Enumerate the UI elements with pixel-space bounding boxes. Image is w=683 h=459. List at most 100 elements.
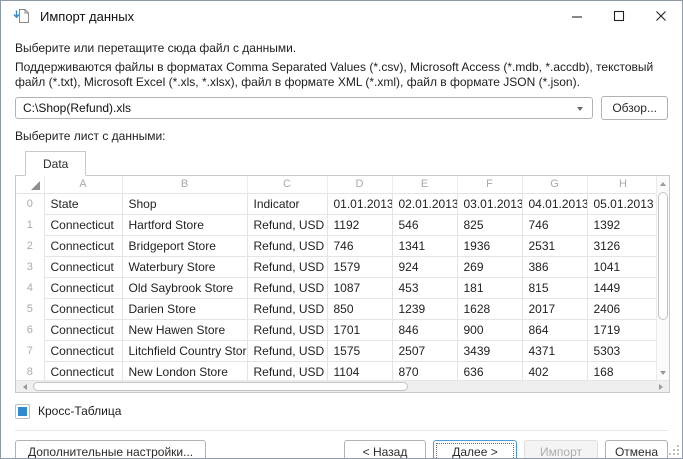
advanced-settings-button[interactable]: Дополнительные настройки... (15, 440, 206, 459)
grid-cell[interactable]: Connecticut (44, 256, 122, 277)
grid-cell[interactable]: Shop (122, 193, 247, 214)
grid-cell[interactable]: 2507 (392, 340, 457, 361)
file-path-combobox[interactable]: C:\Shop(Refund).xls (15, 97, 593, 119)
close-button[interactable] (640, 1, 682, 31)
grid-cell[interactable]: Litchfield Country Store (122, 340, 247, 361)
grid-cell[interactable]: 1192 (327, 214, 392, 235)
grid-cell[interactable]: 3126 (587, 235, 656, 256)
grid-cell[interactable]: New London Store (122, 361, 247, 380)
row-header[interactable]: 0 (16, 193, 44, 214)
scroll-left-button[interactable] (17, 381, 32, 392)
grid-cell[interactable]: 746 (327, 235, 392, 256)
cross-table-checkbox[interactable] (15, 404, 30, 419)
grid-cell[interactable]: 1701 (327, 319, 392, 340)
table-row[interactable]: 6ConnecticutNew Hawen StoreRefund, USD17… (16, 319, 656, 340)
grid-cell[interactable]: 746 (522, 214, 587, 235)
grid-cell[interactable]: 1719 (587, 319, 656, 340)
grid-cell[interactable]: Refund, USD (247, 277, 327, 298)
grid-cell[interactable]: 2406 (587, 298, 656, 319)
grid-cell[interactable]: 453 (392, 277, 457, 298)
grid-cell[interactable]: 181 (457, 277, 522, 298)
row-header[interactable]: 1 (16, 214, 44, 235)
grid-cell[interactable]: Refund, USD (247, 235, 327, 256)
grid-cell[interactable]: 1936 (457, 235, 522, 256)
table-row[interactable]: 3ConnecticutWaterbury StoreRefund, USD15… (16, 256, 656, 277)
column-header-d[interactable]: D (327, 176, 392, 193)
column-header-e[interactable]: E (392, 176, 457, 193)
grid-cell[interactable]: Refund, USD (247, 361, 327, 380)
column-header-h[interactable]: H (587, 176, 656, 193)
grid-cell[interactable]: 03.01.2013 (457, 193, 522, 214)
grid-cell[interactable]: Connecticut (44, 361, 122, 380)
row-header[interactable]: 8 (16, 361, 44, 380)
grid-cell[interactable]: 2531 (522, 235, 587, 256)
grid-cell[interactable]: Connecticut (44, 340, 122, 361)
grid-cell[interactable]: Connecticut (44, 277, 122, 298)
horizontal-scroll-thumb[interactable] (33, 382, 408, 391)
tab-data[interactable]: Data (25, 151, 86, 176)
cancel-button[interactable]: Отмена (605, 440, 668, 459)
grid-cell[interactable]: 1041 (587, 256, 656, 277)
grid-cell[interactable]: Darien Store (122, 298, 247, 319)
grid-cell[interactable]: Bridgeport Store (122, 235, 247, 256)
grid-cell[interactable]: Refund, USD (247, 340, 327, 361)
grid-cell[interactable]: 5303 (587, 340, 656, 361)
next-button[interactable]: Далее > (433, 440, 517, 459)
column-header-c[interactable]: C (247, 176, 327, 193)
horizontal-scrollbar[interactable] (16, 380, 669, 392)
column-header-f[interactable]: F (457, 176, 522, 193)
grid-cell[interactable]: Refund, USD (247, 214, 327, 235)
grid-cell[interactable]: Waterbury Store (122, 256, 247, 277)
grid-cell[interactable]: 269 (457, 256, 522, 277)
grid-cell[interactable]: 1104 (327, 361, 392, 380)
row-header[interactable]: 6 (16, 319, 44, 340)
grid-cell[interactable]: 815 (522, 277, 587, 298)
scroll-right-button[interactable] (653, 381, 668, 392)
column-header-a[interactable]: A (44, 176, 122, 193)
minimize-button[interactable] (556, 1, 598, 31)
table-row[interactable]: 8ConnecticutNew London StoreRefund, USD1… (16, 361, 656, 380)
row-header[interactable]: 3 (16, 256, 44, 277)
select-all-corner[interactable] (16, 176, 44, 193)
grid-cell[interactable]: 1087 (327, 277, 392, 298)
column-header-g[interactable]: G (522, 176, 587, 193)
grid-cell[interactable]: 900 (457, 319, 522, 340)
browse-button[interactable]: Обзор... (601, 96, 668, 120)
grid-cell[interactable]: 846 (392, 319, 457, 340)
grid-cell[interactable]: 1449 (587, 277, 656, 298)
grid-cell[interactable]: Refund, USD (247, 256, 327, 277)
grid-cell[interactable]: 386 (522, 256, 587, 277)
grid-cell[interactable]: Connecticut (44, 319, 122, 340)
grid-cell[interactable]: Indicator (247, 193, 327, 214)
grid-cell[interactable]: Refund, USD (247, 319, 327, 340)
grid-cell[interactable]: 870 (392, 361, 457, 380)
table-row[interactable]: 0StateShopIndicator01.01.201302.01.20130… (16, 193, 656, 214)
grid-cell[interactable]: Connecticut (44, 214, 122, 235)
vertical-scrollbar[interactable] (656, 176, 669, 380)
grid-cell[interactable]: 864 (522, 319, 587, 340)
titlebar[interactable]: Импорт данных (1, 1, 682, 31)
row-header[interactable]: 2 (16, 235, 44, 256)
grid-cell[interactable]: Old Saybrook Store (122, 277, 247, 298)
grid-cell[interactable]: Hartford Store (122, 214, 247, 235)
grid-cell[interactable]: 850 (327, 298, 392, 319)
table-row[interactable]: 2ConnecticutBridgeport StoreRefund, USD7… (16, 235, 656, 256)
resize-grip[interactable] (669, 445, 679, 455)
grid-cell[interactable]: 02.01.2013 (392, 193, 457, 214)
table-row[interactable]: 5ConnecticutDarien StoreRefund, USD85012… (16, 298, 656, 319)
grid-cell[interactable]: 04.01.2013 (522, 193, 587, 214)
grid-cell[interactable]: 1575 (327, 340, 392, 361)
table-row[interactable]: 4ConnecticutOld Saybrook StoreRefund, US… (16, 277, 656, 298)
vertical-scroll-thumb[interactable] (658, 192, 668, 320)
grid-cell[interactable]: 05.01.2013 (587, 193, 656, 214)
grid-cell[interactable]: 3439 (457, 340, 522, 361)
grid-cell[interactable]: Connecticut (44, 235, 122, 256)
grid-cell[interactable]: Refund, USD (247, 298, 327, 319)
grid-cell[interactable]: 4371 (522, 340, 587, 361)
grid-cell[interactable]: 546 (392, 214, 457, 235)
grid-cell[interactable]: 402 (522, 361, 587, 380)
grid-cell[interactable]: New Hawen Store (122, 319, 247, 340)
import-button[interactable]: Импорт (524, 440, 598, 459)
grid-cell[interactable]: 825 (457, 214, 522, 235)
grid-cell[interactable]: 636 (457, 361, 522, 380)
